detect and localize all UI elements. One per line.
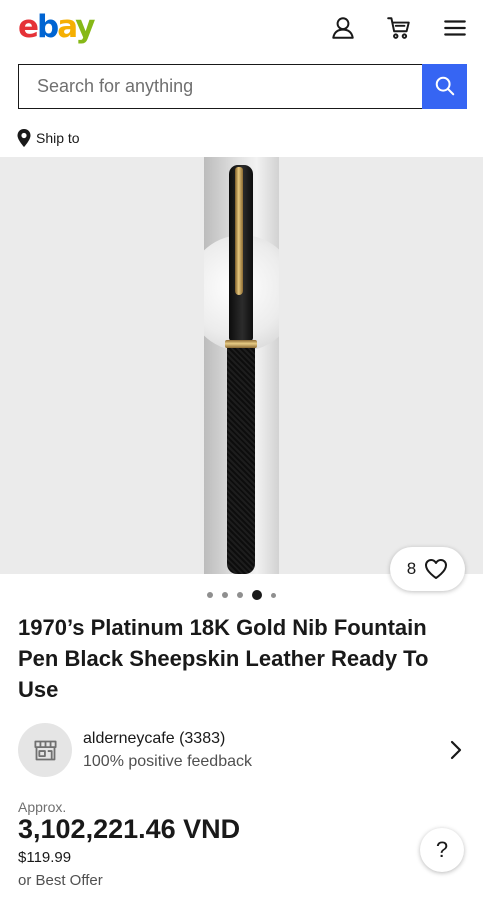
- listing-title: 1970’s Platinum 18K Gold Nib Fountain Pe…: [18, 615, 429, 702]
- search-input[interactable]: [19, 65, 466, 107]
- gallery-pagination: [0, 590, 483, 600]
- search-icon: [435, 76, 454, 96]
- watch-count: 8: [406, 559, 417, 578]
- page-dot-active[interactable]: [252, 590, 262, 600]
- approx-label: Approx.: [18, 799, 67, 815]
- menu-icon[interactable]: [441, 14, 469, 42]
- converted-price: 3,102,221.46 VND: [18, 814, 241, 844]
- page-dot[interactable]: [271, 592, 276, 598]
- page-dot[interactable]: [222, 592, 228, 598]
- chevron-right-icon[interactable]: [449, 739, 463, 761]
- help-button[interactable]: ?: [420, 828, 464, 872]
- product-image[interactable]: [204, 157, 279, 574]
- ebay-logo[interactable]: ebay: [18, 8, 95, 46]
- best-offer-label: or Best Offer: [18, 872, 103, 889]
- page-dot[interactable]: [207, 592, 213, 598]
- store-avatar: [18, 723, 72, 777]
- ship-to-label: Ship to: [36, 130, 80, 146]
- image-gallery[interactable]: [0, 157, 483, 574]
- seller-name[interactable]: alderneycafe (3383): [83, 730, 225, 748]
- seller-info[interactable]: alderneycafe (3383) 100% positive feedba…: [18, 723, 466, 777]
- location-pin-icon: [17, 129, 31, 147]
- store-icon: [33, 740, 57, 760]
- account-icon[interactable]: [329, 14, 357, 42]
- search-button[interactable]: [422, 63, 467, 109]
- cart-icon[interactable]: [385, 14, 413, 42]
- watch-button[interactable]: 8: [390, 547, 465, 591]
- heart-icon: [425, 559, 448, 579]
- ship-to[interactable]: Ship to: [16, 128, 80, 148]
- help-icon: ?: [435, 837, 449, 862]
- original-price: $119.99: [18, 849, 72, 866]
- search-bar: [18, 63, 467, 109]
- seller-feedback: 100% positive feedback: [83, 753, 252, 770]
- page-dot[interactable]: [237, 592, 243, 598]
- header: ebay: [0, 0, 483, 56]
